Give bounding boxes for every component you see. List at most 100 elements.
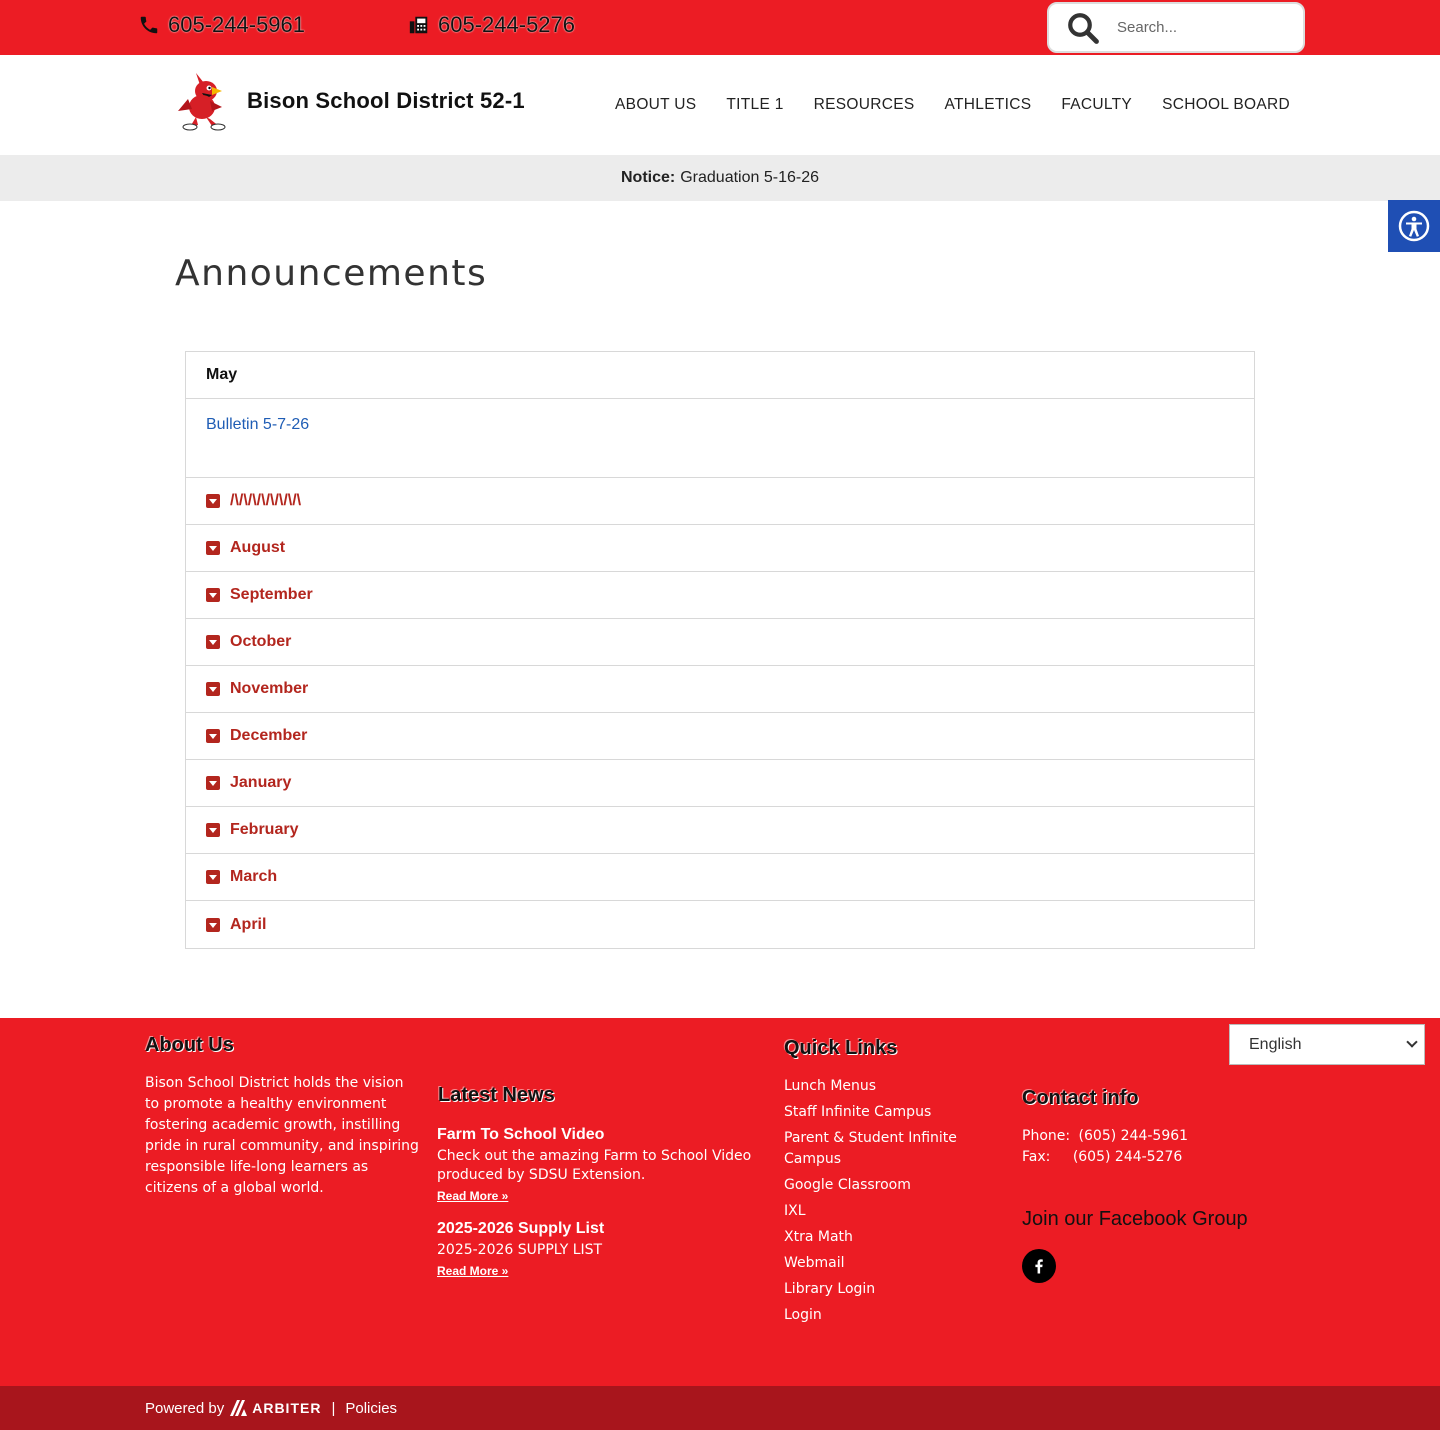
- caret-down-icon: [206, 729, 220, 743]
- quick-link-parent-student-infinite-campus[interactable]: Parent & Student Infinite Campus: [784, 1128, 984, 1170]
- news-title[interactable]: Farm To School Video: [437, 1126, 767, 1144]
- nav-resources[interactable]: RESOURCES: [814, 96, 915, 114]
- nav-school-board[interactable]: SCHOOL BOARD: [1162, 96, 1290, 114]
- accordion-item-august[interactable]: August: [186, 525, 1254, 572]
- nav-faculty[interactable]: FACULTY: [1061, 96, 1132, 114]
- facebook-button[interactable]: [1022, 1249, 1056, 1283]
- search-input[interactable]: [1117, 19, 1287, 36]
- announcements-accordion: May Bulletin 5-7-26 /\/\/\/\/\/\/\/\ Aug…: [185, 351, 1255, 949]
- arbiter-brand: ARBITER: [252, 1400, 322, 1416]
- news-item: Farm To School Video Check out the amazi…: [437, 1126, 767, 1205]
- accordion-item-april[interactable]: April: [186, 901, 1254, 948]
- quick-link-login[interactable]: Login: [784, 1305, 984, 1326]
- quick-link-google-classroom[interactable]: Google Classroom: [784, 1175, 984, 1196]
- accordion-body-may: Bulletin 5-7-26: [186, 399, 1254, 478]
- facebook-heading: Join our Facebook Group: [1022, 1208, 1248, 1230]
- accordion-item-label: January: [230, 774, 292, 791]
- accordion-item-december[interactable]: December: [186, 713, 1254, 760]
- quick-link-xtra-math[interactable]: Xtra Math: [784, 1227, 984, 1248]
- policies-link[interactable]: Policies: [345, 1400, 397, 1417]
- bulletin-link[interactable]: Bulletin 5-7-26: [206, 416, 309, 433]
- arbiter-logo[interactable]: ARBITER: [230, 1400, 321, 1416]
- notice-bar: Notice: Graduation 5-16-26: [0, 155, 1440, 201]
- contact-heading: Contact info: [1022, 1087, 1139, 1109]
- about-heading: About Us: [145, 1034, 234, 1056]
- accordion-header-may[interactable]: May: [186, 352, 1254, 399]
- accordion-item-label: February: [230, 821, 299, 838]
- accessibility-button[interactable]: [1388, 200, 1440, 252]
- search-icon[interactable]: [1065, 10, 1101, 46]
- accordion-item-january[interactable]: January: [186, 760, 1254, 807]
- fax-label: Fax:: [1022, 1149, 1051, 1165]
- caret-down-icon: [206, 635, 220, 649]
- accordion-item-march[interactable]: March: [186, 854, 1254, 901]
- accordion-item-november[interactable]: November: [186, 666, 1254, 713]
- contact-info: Phone: (605) 244-5961 Fax: (605) 244-527…: [1022, 1126, 1188, 1168]
- nav-about-us[interactable]: ABOUT US: [615, 96, 696, 114]
- phone-number: 605-244-5961: [168, 12, 306, 37]
- caret-down-icon: [206, 588, 220, 602]
- caret-down-icon: [206, 917, 220, 932]
- quick-link-staff-infinite-campus[interactable]: Staff Infinite Campus: [784, 1102, 984, 1123]
- fax-icon: [409, 16, 428, 34]
- notice-label: Notice:: [621, 169, 676, 186]
- cardinal-logo[interactable]: [176, 69, 234, 131]
- accordion-item-october[interactable]: October: [186, 619, 1254, 666]
- arbiter-mark-icon: [230, 1400, 248, 1416]
- contact-fax: (605) 244-5276: [1072, 1149, 1183, 1165]
- news-item: 2025-2026 Supply List 2025-2026 SUPPLY L…: [437, 1220, 767, 1280]
- news-excerpt: 2025-2026 SUPPLY LIST: [437, 1242, 603, 1258]
- language-value: English: [1249, 1035, 1302, 1053]
- news-excerpt: Check out the amazing Farm to School Vid…: [437, 1148, 752, 1183]
- chevron-down-icon: [1406, 1036, 1418, 1048]
- fax-number: 605-244-5276: [438, 12, 576, 37]
- caret-down-icon: [206, 682, 220, 696]
- notice-text[interactable]: Graduation 5-16-26: [680, 169, 819, 187]
- read-more-link[interactable]: Read More »: [437, 1189, 508, 1203]
- language-select[interactable]: English: [1229, 1024, 1425, 1065]
- about-text: Bison School District holds the vision t…: [145, 1075, 419, 1196]
- accordion-item-label: September: [230, 586, 313, 603]
- facebook-icon: [1035, 1259, 1043, 1274]
- caret-down-icon: [206, 870, 220, 884]
- accordion-item-label: /\/\/\/\/\/\/\/\: [230, 492, 302, 509]
- accordion-item-label: October: [230, 633, 292, 650]
- site-title[interactable]: Bison School District 52-1: [247, 88, 525, 114]
- accordion-item-placeholder[interactable]: /\/\/\/\/\/\/\/\: [186, 478, 1254, 525]
- search-box: [1047, 2, 1305, 53]
- phone-icon: [140, 16, 158, 34]
- bottom-bar: Powered by ARBITER | Policies: [0, 1386, 1440, 1430]
- accordion-item-label: December: [230, 727, 308, 744]
- accordion-item-label: March: [230, 868, 278, 885]
- caret-down-icon: [206, 541, 220, 555]
- caret-down-icon: [206, 823, 220, 837]
- powered-by-text: Powered by: [145, 1399, 225, 1417]
- quick-link-lunch-menus[interactable]: Lunch Menus: [784, 1076, 984, 1097]
- accordion-title: May: [206, 366, 238, 383]
- phone-label: Phone:: [1022, 1128, 1071, 1144]
- accordion-item-label: August: [230, 539, 286, 556]
- main-nav: ABOUT US TITLE 1 RESOURCES ATHLETICS FAC…: [615, 96, 1290, 114]
- page-title: Announcements: [175, 253, 488, 294]
- accessibility-icon: [1398, 210, 1430, 242]
- accordion-item-label: April: [230, 915, 267, 933]
- nav-title-1[interactable]: TITLE 1: [726, 96, 783, 114]
- quick-link-ixl[interactable]: IXL: [784, 1201, 984, 1222]
- quick-link-library-login[interactable]: Library Login: [784, 1279, 984, 1300]
- quick-link-webmail[interactable]: Webmail: [784, 1253, 984, 1274]
- caret-down-icon: [206, 494, 220, 508]
- quick-links-list: Lunch Menus Staff Infinite Campus Parent…: [784, 1076, 984, 1331]
- read-more-link[interactable]: Read More »: [437, 1264, 508, 1278]
- latest-news-heading: Latest News: [438, 1084, 555, 1106]
- caret-down-icon: [206, 776, 220, 790]
- news-title[interactable]: 2025-2026 Supply List: [437, 1220, 767, 1238]
- site-footer: About Us Bison School District holds the…: [0, 1018, 1440, 1386]
- fax-link[interactable]: 605-244-5276: [408, 12, 575, 38]
- nav-athletics[interactable]: ATHLETICS: [945, 96, 1032, 114]
- accordion-item-february[interactable]: February: [186, 807, 1254, 854]
- contact-phone[interactable]: (605) 244-5961: [1079, 1128, 1189, 1144]
- separator: |: [331, 1399, 336, 1417]
- accordion-item-september[interactable]: September: [186, 572, 1254, 619]
- phone-link[interactable]: 605-244-5961: [138, 12, 305, 38]
- accordion-item-label: November: [230, 680, 309, 697]
